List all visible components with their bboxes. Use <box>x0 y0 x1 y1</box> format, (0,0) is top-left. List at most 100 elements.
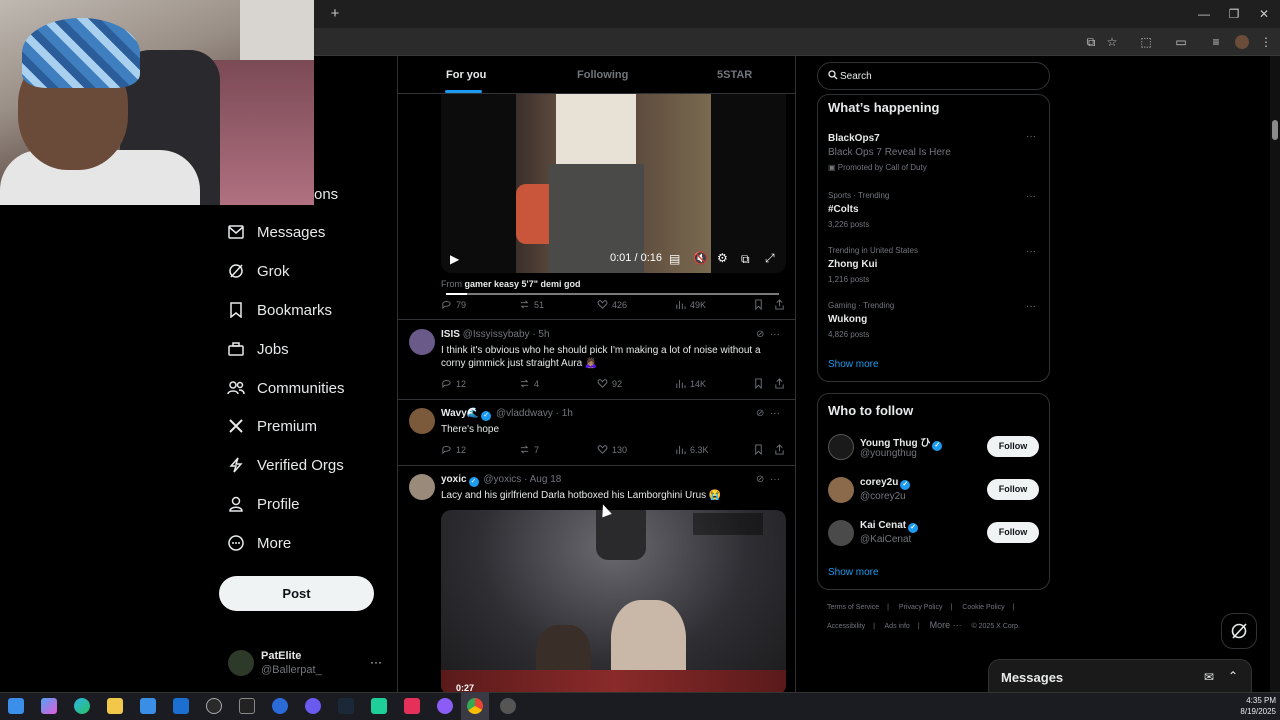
more-icon[interactable]: ··· <box>1026 301 1036 312</box>
avatar[interactable] <box>409 329 435 355</box>
share-button[interactable] <box>774 444 785 455</box>
avatar[interactable] <box>409 408 435 434</box>
tweet-time[interactable]: · Aug 18 <box>524 474 561 485</box>
side-panel-icon[interactable]: ▭ <box>1172 33 1190 51</box>
store-icon[interactable] <box>140 698 156 714</box>
account-name[interactable]: PatElite <box>261 650 301 662</box>
more-icon[interactable]: ··· <box>1026 191 1036 202</box>
settings-icon[interactable]: ⚙ <box>717 251 728 265</box>
nav-item-jobs[interactable]: Jobs <box>226 337 289 361</box>
follow-suggestion-handle[interactable]: @corey2u <box>860 491 906 502</box>
nav-partial-label[interactable]: ons <box>314 186 338 203</box>
install-app-icon[interactable]: ⧉ <box>1082 33 1100 51</box>
nav-item-communities[interactable]: Communities <box>226 376 345 400</box>
views-button[interactable]: 49K <box>675 299 706 310</box>
account-avatar[interactable] <box>228 650 254 676</box>
bookmark-button[interactable] <box>753 299 764 310</box>
repost-button[interactable]: 7 <box>519 444 539 455</box>
messages-drawer[interactable]: Messages ✉ ⌃ <box>988 659 1252 695</box>
grok-icon[interactable]: ⊘ <box>756 408 764 419</box>
like-button[interactable]: 130 <box>597 444 627 455</box>
extensions-icon[interactable]: ⬚ <box>1137 33 1155 51</box>
fullscreen-icon[interactable]: ⤢ <box>765 251 775 266</box>
share-button[interactable] <box>774 378 785 389</box>
tab-5star[interactable]: 5STAR <box>717 69 752 81</box>
video-progress-track[interactable] <box>446 293 779 295</box>
minimize-icon[interactable]: — <box>1195 5 1213 23</box>
browser-menu-icon[interactable]: ⋮ <box>1257 33 1275 51</box>
follow-suggestion-name[interactable]: corey2u ✓ <box>860 477 912 490</box>
more-icon[interactable]: ··· <box>1026 131 1036 142</box>
avatar[interactable] <box>828 477 854 503</box>
nav-item-premium[interactable]: Premium <box>226 414 317 438</box>
repost-button[interactable]: 51 <box>519 299 544 310</box>
captions-icon[interactable]: ▤ <box>669 252 680 266</box>
like-button[interactable]: 426 <box>597 299 627 310</box>
grok-icon[interactable]: ⊘ <box>756 329 764 340</box>
follow-suggestion-name[interactable]: Kai Cenat ✓ <box>860 520 920 533</box>
app-icon[interactable] <box>437 698 453 714</box>
avatar[interactable] <box>828 520 854 546</box>
more-icon[interactable]: ··· <box>1026 246 1036 257</box>
views-button[interactable]: 14K <box>675 378 706 389</box>
account-more-icon[interactable]: ··· <box>370 655 382 669</box>
follow-button[interactable]: Follow <box>987 479 1039 500</box>
close-window-icon[interactable]: ✕ <box>1255 5 1273 23</box>
footer-link[interactable]: Accessibility <box>827 623 865 630</box>
tab-for-you[interactable]: For you <box>446 69 486 81</box>
tweet-time[interactable]: · 5h <box>532 329 549 340</box>
footer-link[interactable]: Cookie Policy <box>962 604 1004 611</box>
tiktok-icon[interactable] <box>404 698 420 714</box>
media-icon[interactable]: ≡ <box>1207 33 1225 51</box>
tweet-time[interactable]: · 1h <box>556 408 573 419</box>
nav-item-verified-orgs[interactable]: Verified Orgs <box>226 453 344 477</box>
follow-suggestion-handle[interactable]: @youngthug <box>860 448 917 459</box>
author-name[interactable]: Wavy🌊 <box>441 408 479 419</box>
browser-profile-avatar[interactable] <box>1235 35 1249 49</box>
pip-icon[interactable]: ⧉ <box>741 252 750 267</box>
reply-button[interactable]: 12 <box>441 444 466 455</box>
footer-link[interactable]: More ··· <box>930 620 962 630</box>
tab-following[interactable]: Following <box>577 69 628 81</box>
play-icon[interactable]: ▶ <box>450 252 459 266</box>
nav-item-more[interactable]: More <box>226 531 291 555</box>
author-name[interactable]: ISIS <box>441 329 460 340</box>
mute-icon[interactable]: 🔇 <box>693 251 708 265</box>
author-handle[interactable]: @vladdwavy <box>496 408 553 419</box>
footer-link[interactable]: Privacy Policy <box>899 604 943 611</box>
avatar[interactable] <box>409 474 435 500</box>
repost-button[interactable]: 4 <box>519 378 539 389</box>
account-handle[interactable]: @Ballerpat_ <box>261 664 322 676</box>
copilot-icon[interactable] <box>41 698 57 714</box>
outlook-icon[interactable] <box>173 698 189 714</box>
settings-gear-icon[interactable] <box>500 698 516 714</box>
restore-icon[interactable]: ❐ <box>1225 5 1243 23</box>
nav-item-profile[interactable]: Profile <box>226 492 300 516</box>
more-icon[interactable]: ··· <box>770 329 780 340</box>
follow-button[interactable]: Follow <box>987 436 1039 457</box>
like-button[interactable]: 92 <box>597 378 622 389</box>
follow-suggestion-handle[interactable]: @KaiCenat <box>860 534 911 545</box>
show-more-link[interactable]: Show more <box>828 359 879 370</box>
search-input[interactable]: Search <box>817 62 1050 90</box>
windows-start-icon[interactable] <box>8 698 24 714</box>
epic-games-icon[interactable] <box>239 698 255 714</box>
reply-button[interactable]: 12 <box>441 378 466 389</box>
new-message-icon[interactable]: ✉ <box>1204 670 1214 684</box>
video-source[interactable]: From gamer keasy 5'7" demi god <box>441 279 580 289</box>
more-icon[interactable]: ··· <box>770 408 780 419</box>
steam-icon[interactable] <box>338 698 354 714</box>
expand-icon[interactable]: ⌃ <box>1228 669 1238 683</box>
scrollbar-thumb[interactable] <box>1272 120 1278 140</box>
discord-icon[interactable] <box>305 698 321 714</box>
video-player[interactable] <box>441 94 786 273</box>
chrome-icon[interactable] <box>467 698 483 714</box>
nav-item-grok[interactable]: Grok <box>226 259 290 283</box>
bookmark-button[interactable] <box>753 378 764 389</box>
video-player[interactable]: 0:27 <box>441 510 786 692</box>
nav-item-bookmarks[interactable]: Bookmarks <box>226 298 332 322</box>
avatar[interactable] <box>828 434 854 460</box>
footer-link[interactable]: Ads info <box>885 623 910 630</box>
app-icon[interactable] <box>272 698 288 714</box>
taskbar-clock[interactable]: 4:35 PM 8/19/2025 <box>1236 695 1276 717</box>
